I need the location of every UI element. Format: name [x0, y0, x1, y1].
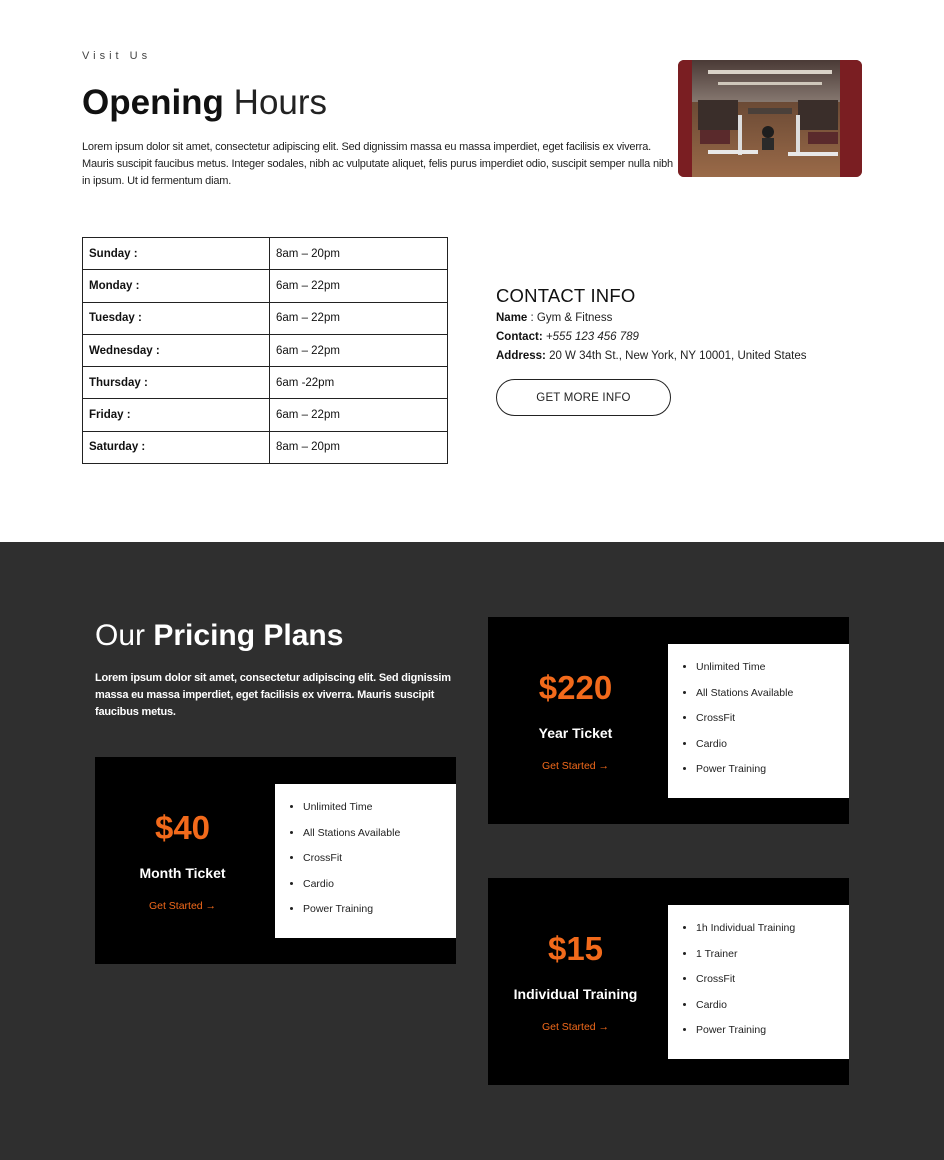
day-cell: Sunday :: [82, 236, 270, 271]
plan-features: 1h Individual Training 1 Trainer CrossFi…: [668, 905, 849, 1059]
pricing-title-light: Our: [95, 619, 154, 652]
table-row: Monday :6am – 22pm: [82, 269, 448, 303]
pricing-section: Our Pricing Plans Lorem ipsum dolor sit …: [0, 542, 944, 1160]
plan-features: Unlimited Time All Stations Available Cr…: [668, 644, 849, 798]
table-row: Friday :6am – 22pm: [82, 398, 448, 432]
day-cell: Wednesday :: [82, 333, 270, 368]
list-item: Unlimited Time: [303, 800, 456, 814]
plan-price: $220: [538, 669, 613, 706]
time-cell: 6am – 22pm: [269, 333, 448, 368]
hours-table: Sunday :8am – 20pm Monday :6am – 22pm Tu…: [82, 236, 448, 465]
day-cell: Thursday :: [82, 366, 270, 400]
list-item: Cardio: [696, 737, 849, 751]
get-started-link[interactable]: Get Started →: [95, 899, 270, 913]
address-label: Address: [496, 350, 543, 362]
plan-name: Individual Training: [513, 986, 638, 1002]
time-cell: 8am – 20pm: [269, 430, 448, 465]
contact-heading: CONTACT INFO: [496, 285, 636, 306]
contact-info: CONTACT INFO Name : Gym & Fitness Contac…: [496, 285, 856, 366]
table-row: Sunday :8am – 20pm: [82, 236, 448, 271]
plan-summary: $15 Individual Training Get Started →: [488, 878, 663, 1085]
list-item: CrossFit: [303, 851, 456, 865]
list-item: CrossFit: [696, 711, 849, 725]
list-item: Cardio: [303, 877, 456, 891]
title-bold: Opening: [82, 83, 224, 122]
contact-label: Contact: [496, 331, 539, 343]
title-light: Hours: [223, 83, 328, 122]
list-item: Power Training: [303, 902, 456, 916]
page-title: Opening Hours: [82, 82, 327, 124]
plan-summary: $40 Month Ticket Get Started →: [95, 757, 270, 964]
get-started-link[interactable]: Get Started →: [488, 1020, 663, 1034]
opening-hours-section: Visit Us Opening Hours Lorem ipsum dolor…: [0, 0, 944, 542]
plan-summary: $220 Year Ticket Get Started →: [488, 617, 663, 824]
time-cell: 6am – 22pm: [269, 301, 448, 335]
contact-address-line: Address: 20 W 34th St., New York, NY 100…: [496, 347, 856, 366]
name-label: Name: [496, 312, 528, 324]
table-row: Tuesday :6am – 22pm: [82, 301, 448, 335]
day-cell: Tuesday :: [82, 301, 270, 335]
plan-features: Unlimited Time All Stations Available Cr…: [275, 784, 456, 938]
gym-photo: [678, 60, 862, 177]
plan-name: Year Ticket: [538, 725, 613, 741]
opening-intro: Lorem ipsum dolor sit amet, consectetur …: [82, 141, 673, 187]
day-cell: Friday :: [82, 398, 270, 432]
phone-link[interactable]: +555 123 456 789: [546, 331, 639, 343]
address-value: 20 W 34th St., New York, NY 10001, Unite…: [545, 350, 807, 362]
list-item: Unlimited Time: [696, 660, 849, 674]
get-started-link[interactable]: Get Started →: [488, 759, 663, 773]
day-cell: Saturday :: [82, 430, 270, 465]
list-item: CrossFit: [696, 972, 849, 986]
list-item: All Stations Available: [303, 826, 456, 840]
pricing-title-bold: Pricing Plans: [153, 619, 344, 652]
pricing-intro: Lorem ipsum dolor sit amet, consectetur …: [95, 672, 451, 718]
name-value: : Gym & Fitness: [527, 312, 613, 324]
table-row: Wednesday :6am – 22pm: [82, 333, 448, 368]
plan-price: $15: [547, 930, 604, 967]
plan-card-year: $220 Year Ticket Get Started → Unlimited…: [488, 617, 849, 824]
plan-name: Month Ticket: [139, 865, 226, 881]
section-eyebrow: Visit Us: [82, 50, 152, 62]
time-cell: 8am – 20pm: [269, 236, 448, 271]
table-row: Thursday :6am -22pm: [82, 366, 448, 400]
plan-card-month: $40 Month Ticket Get Started → Unlimited…: [95, 757, 456, 964]
list-item: All Stations Available: [696, 686, 849, 700]
time-cell: 6am – 22pm: [269, 398, 448, 432]
pricing-title: Our Pricing Plans: [95, 618, 343, 654]
plan-card-individual: $15 Individual Training Get Started → 1h…: [488, 878, 849, 1085]
table-row: Saturday :8am – 20pm: [82, 430, 448, 465]
list-item: Cardio: [696, 998, 849, 1012]
day-cell: Monday :: [82, 269, 270, 303]
plan-price: $40: [154, 809, 211, 846]
time-cell: 6am -22pm: [269, 366, 448, 400]
contact-colon: :: [538, 331, 543, 343]
list-item: 1h Individual Training: [696, 921, 849, 935]
list-item: Power Training: [696, 762, 849, 776]
list-item: Power Training: [696, 1023, 849, 1037]
list-item: 1 Trainer: [696, 947, 849, 961]
get-more-info-button[interactable]: GET MORE INFO: [496, 379, 671, 416]
time-cell: 6am – 22pm: [269, 269, 448, 303]
contact-phone-line: Contact: +555 123 456 789: [496, 328, 856, 347]
contact-name-line: Name : Gym & Fitness: [496, 309, 856, 328]
